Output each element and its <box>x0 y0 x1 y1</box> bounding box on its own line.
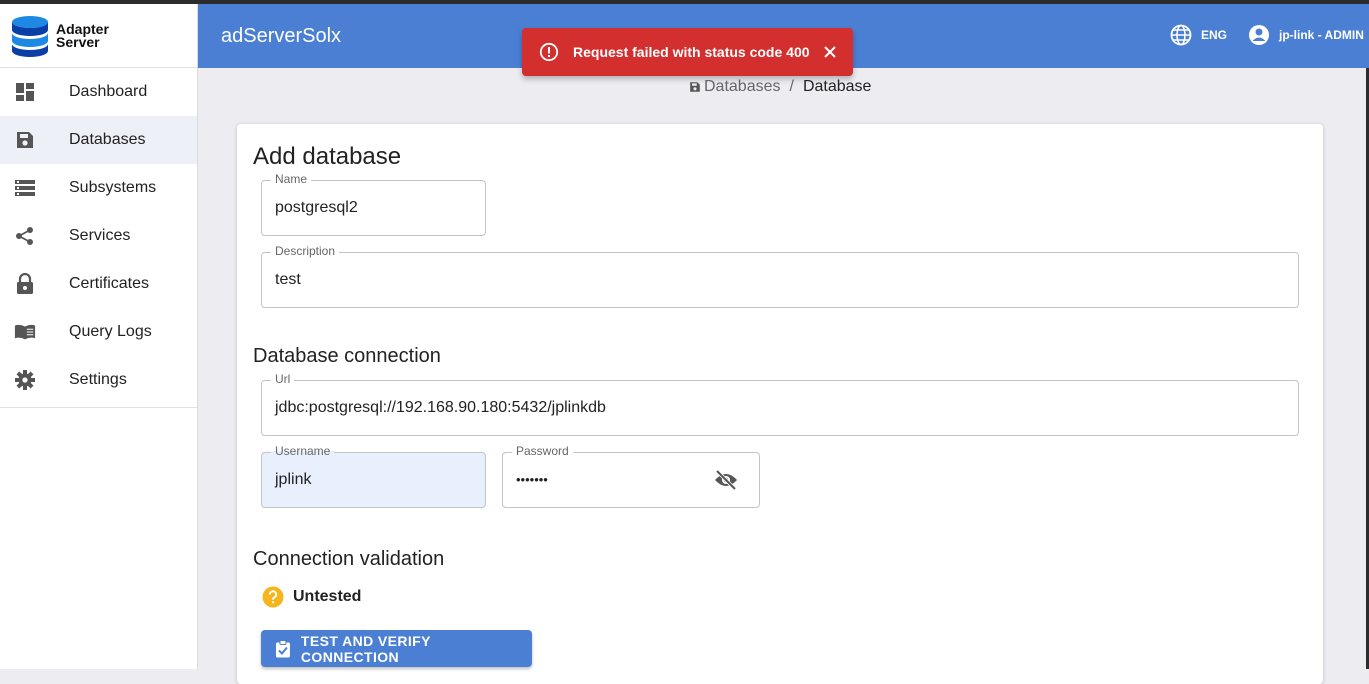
sidebar-nav: Dashboard Databases Subsystems Services … <box>0 68 197 408</box>
clipboard-check-icon <box>275 639 290 657</box>
gear-icon <box>14 369 36 391</box>
sidebar-item-label: Subsystems <box>69 179 157 196</box>
language-selector[interactable]: ENG <box>1170 24 1227 46</box>
username-field[interactable]: Username jplink <box>261 444 486 508</box>
close-icon[interactable] <box>821 43 839 61</box>
error-icon <box>539 42 559 62</box>
sidebar-item-label: Dashboard <box>69 83 148 100</box>
password-field[interactable]: Password ••••••• <box>502 444 760 508</box>
sidebar-item-certificates[interactable]: Certificates <box>0 260 197 308</box>
validation-section-title: Connection validation <box>253 548 445 570</box>
user-menu[interactable]: jp-link - ADMIN <box>1248 24 1364 46</box>
sidebar-item-query-logs[interactable]: Query Logs <box>0 308 197 356</box>
lock-icon <box>14 273 36 295</box>
description-field-value: test <box>275 271 301 288</box>
error-toast: Request failed with status code 400 <box>522 28 853 76</box>
url-field-value: jdbc:postgresql://192.168.90.180:5432/jp… <box>275 399 606 416</box>
account-circle-icon <box>1249 25 1269 45</box>
test-connection-label: TEST AND VERIFY CONNECTION <box>300 632 431 665</box>
breadcrumb-databases-link[interactable]: Databases <box>704 78 781 96</box>
subsystems-icon <box>14 177 36 199</box>
url-field[interactable]: Url jdbc:postgresql://192.168.90.180:543… <box>261 372 1299 436</box>
book-icon <box>14 321 36 343</box>
sidebar-item-dashboard[interactable]: Dashboard <box>0 68 197 116</box>
name-field-label: Name <box>271 172 312 186</box>
breadcrumb-separator: / <box>789 78 794 95</box>
description-field[interactable]: Description test <box>261 244 1299 308</box>
name-field-value: postgresql2 <box>275 199 358 216</box>
sidebar-item-label: Services <box>69 227 131 244</box>
database-icon <box>14 129 36 151</box>
password-field-value: ••••••• <box>516 472 548 487</box>
logo-line-2: Server <box>56 33 100 50</box>
sidebar-item-databases[interactable]: Databases <box>0 116 197 164</box>
database-logo-icon <box>12 15 48 57</box>
url-field-label: Url <box>271 372 295 386</box>
breadcrumb: Databases / Database <box>689 78 871 96</box>
username-field-value: jplink <box>275 471 312 488</box>
toast-message: Request failed with status code 400 <box>573 44 810 60</box>
sidebar-item-services[interactable]: Services <box>0 212 197 260</box>
connection-status-text: Untested <box>293 588 362 605</box>
sidebar-item-label: Query Logs <box>69 323 152 340</box>
share-icon <box>14 225 36 247</box>
password-field-label: Password <box>512 444 573 458</box>
breadcrumb-current: Database <box>802 78 872 95</box>
logo-text: Adapter Server <box>56 22 109 50</box>
username-field-label: Username <box>271 444 335 458</box>
connection-status: Untested <box>262 586 361 608</box>
name-field[interactable]: Name postgresql2 <box>261 172 486 236</box>
sidebar-item-label: Settings <box>69 371 127 388</box>
save-icon <box>690 82 700 92</box>
database-form-card: Add database Name postgresql2 Descriptio… <box>237 124 1323 684</box>
sidebar-item-label: Databases <box>69 131 146 148</box>
language-label: ENG <box>1201 28 1228 42</box>
connection-section-title: Database connection <box>253 345 441 367</box>
app-logo[interactable]: Adapter Server <box>0 4 197 68</box>
sidebar-item-subsystems[interactable]: Subsystems <box>0 164 197 212</box>
test-connection-button[interactable]: TEST AND VERIFY CONNECTION <box>261 630 532 667</box>
help-icon <box>262 586 284 608</box>
sidebar: Adapter Server Dashboard Databases Subsy… <box>0 4 198 669</box>
app-title: adServerSolx <box>221 25 342 47</box>
visibility-off-icon[interactable] <box>714 469 738 491</box>
description-field-label: Description <box>271 244 340 258</box>
page-title: Add database <box>253 143 402 170</box>
user-name: jp-link - ADMIN <box>1279 28 1364 42</box>
dashboard-icon <box>14 81 36 103</box>
sidebar-item-label: Certificates <box>69 275 150 292</box>
sidebar-item-settings[interactable]: Settings <box>0 356 197 404</box>
globe-icon <box>1170 24 1192 46</box>
